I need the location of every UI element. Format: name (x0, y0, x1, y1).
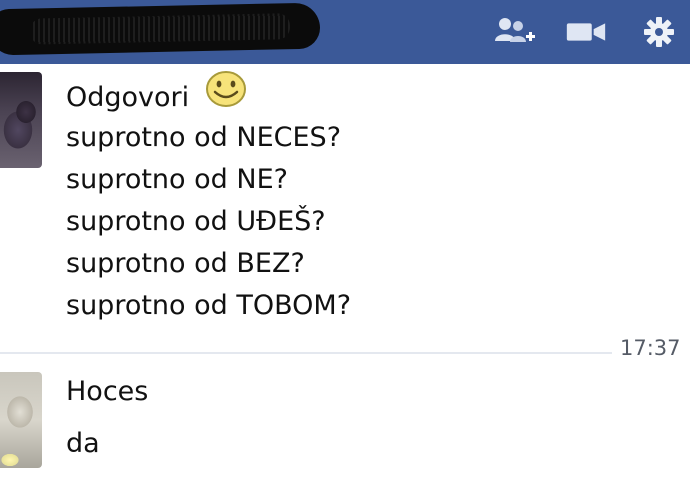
message-timestamp: 17:37 (620, 336, 681, 360)
gear-icon[interactable] (636, 12, 682, 52)
message-line: suprotno od NECES? (66, 122, 342, 153)
video-camera-icon[interactable] (563, 12, 609, 52)
message-line: suprotno od NE? (66, 164, 288, 195)
message-line: suprotno od BEZ? (66, 248, 305, 279)
redacted-contact-name (0, 2, 321, 56)
message-divider (0, 352, 612, 354)
chat-header-bar (0, 0, 690, 64)
add-friend-icon[interactable] (492, 12, 538, 52)
message-line: suprotno od TOBOM? (66, 290, 352, 321)
smiley-icon (204, 69, 248, 122)
message-group: Odgovori suprotno od NECES? suprotno od … (60, 71, 357, 327)
message-line: Hoces (66, 376, 149, 407)
message-line: da (66, 428, 100, 459)
message-group: Hoces da (60, 371, 154, 465)
sender-avatar[interactable] (0, 372, 42, 468)
sender-avatar[interactable] (0, 72, 42, 168)
message-line: suprotno od UĐEŠ? (66, 206, 326, 237)
message-line: Odgovori (60, 71, 357, 117)
